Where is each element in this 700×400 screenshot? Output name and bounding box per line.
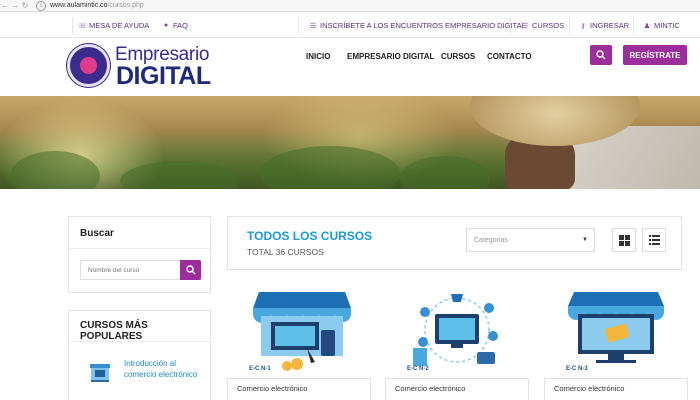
grid-view-button[interactable] bbox=[612, 228, 636, 252]
login-link[interactable]: ⚷ INGRESAR bbox=[579, 13, 629, 38]
sidebar-popular-title: CURSOS MÁS POPULARES bbox=[80, 320, 148, 342]
online-store-illustration bbox=[253, 292, 351, 371]
popular-course-link[interactable]: Introducción al comercio electrónico bbox=[124, 358, 209, 380]
divider bbox=[633, 17, 634, 34]
courses-total: TOTAL 36 CURSOS bbox=[247, 247, 324, 257]
courses-title: TODOS LOS CURSOS bbox=[247, 229, 373, 243]
divider bbox=[72, 17, 73, 34]
course-card-label: Comercio electrónico bbox=[227, 378, 371, 400]
forward-icon[interactable]: → bbox=[10, 1, 20, 10]
nav-cursos[interactable]: CURSOS bbox=[441, 38, 475, 74]
url-field[interactable]: www.aulamintic.co/cursos.php bbox=[50, 2, 144, 9]
nav-contacto[interactable]: CONTACTO bbox=[487, 38, 532, 74]
signup-events-link[interactable]: ☰ INSCRÍBETE A LOS ENCUENTROS EMPRESARIO… bbox=[309, 13, 526, 38]
course-card-2[interactable]: E-C N-2 Comercio electrónico bbox=[385, 286, 529, 400]
list-icon: ☰ bbox=[309, 22, 317, 30]
course-search-button[interactable] bbox=[180, 260, 201, 280]
chat-icon: ● bbox=[163, 22, 169, 29]
sidebar-search-title: Buscar bbox=[80, 228, 114, 239]
reload-icon[interactable]: ↻ bbox=[20, 1, 30, 10]
register-button[interactable]: REGÍSTRATE bbox=[623, 45, 687, 65]
nav-inicio[interactable]: INICIO bbox=[306, 38, 330, 74]
list-view-button[interactable] bbox=[642, 228, 666, 252]
divider bbox=[569, 17, 570, 34]
list-icon: ☰ bbox=[521, 22, 529, 30]
faq-link[interactable]: ● FAQ bbox=[162, 13, 188, 38]
course-code: E-C N-2 bbox=[407, 366, 429, 372]
category-select[interactable]: Categorias ▼ bbox=[466, 228, 595, 252]
course-card-1[interactable]: E-C N-1 Comercio electrónico bbox=[227, 286, 371, 400]
category-select-value: Categorias bbox=[474, 236, 508, 244]
course-card-3[interactable]: E-C N-3 Comercio electrónico bbox=[544, 286, 688, 400]
user-icon: ♟ bbox=[643, 22, 651, 30]
course-card-label: Comercio electrónico bbox=[385, 378, 529, 400]
headset-icon: ☏ bbox=[78, 22, 87, 30]
course-search-input[interactable] bbox=[80, 260, 180, 280]
search-icon bbox=[185, 265, 195, 275]
site-header: Empresario DIGITAL INICIO EMPRESARIO DIG… bbox=[0, 38, 700, 96]
help-desk-link[interactable]: ☏ MESA DE AYUDA bbox=[78, 13, 149, 38]
online-payment-illustration bbox=[568, 292, 664, 363]
back-icon[interactable]: ← bbox=[0, 1, 10, 10]
info-icon[interactable]: i bbox=[36, 0, 46, 11]
course-code: E-C N-3 bbox=[566, 366, 588, 372]
sidebar-search-box: Buscar bbox=[68, 216, 211, 293]
header-search-button[interactable] bbox=[590, 45, 612, 65]
course-code: E-C N-1 bbox=[249, 366, 271, 372]
browser-address-bar: ← → ↻ i www.aulamintic.co/cursos.php bbox=[0, 0, 700, 12]
list-icon bbox=[648, 235, 660, 245]
sidebar-popular-box: CURSOS MÁS POPULARES Introducción al com… bbox=[68, 310, 211, 400]
courses-header-panel: TODOS LOS CURSOS TOTAL 36 CURSOS Categor… bbox=[227, 216, 682, 270]
hero-banner-image bbox=[0, 96, 700, 189]
site-logo[interactable]: Empresario DIGITAL bbox=[67, 44, 217, 90]
ecommerce-network-illustration bbox=[413, 294, 498, 366]
course-card-label: Comercio electrónico bbox=[544, 378, 688, 400]
divider bbox=[298, 17, 299, 34]
search-icon bbox=[596, 50, 606, 60]
store-thumbnail-icon[interactable] bbox=[87, 358, 113, 384]
grid-icon bbox=[618, 234, 630, 246]
divider bbox=[69, 341, 210, 342]
key-icon: ⚷ bbox=[580, 22, 586, 30]
caret-down-icon: ▼ bbox=[582, 237, 588, 243]
nav-empresario-digital[interactable]: EMPRESARIO DIGITAL bbox=[347, 38, 434, 74]
divider bbox=[510, 17, 511, 34]
logo-emblem-icon bbox=[67, 44, 110, 87]
divider bbox=[69, 248, 210, 249]
courses-top-link[interactable]: ☰ CURSOS bbox=[521, 13, 564, 38]
mintic-link[interactable]: ♟ MINTIC bbox=[643, 13, 680, 38]
logo-text-bottom: DIGITAL bbox=[116, 62, 211, 90]
top-utility-bar: ☏ MESA DE AYUDA ● FAQ ☰ INSCRÍBETE A LOS… bbox=[0, 13, 700, 38]
